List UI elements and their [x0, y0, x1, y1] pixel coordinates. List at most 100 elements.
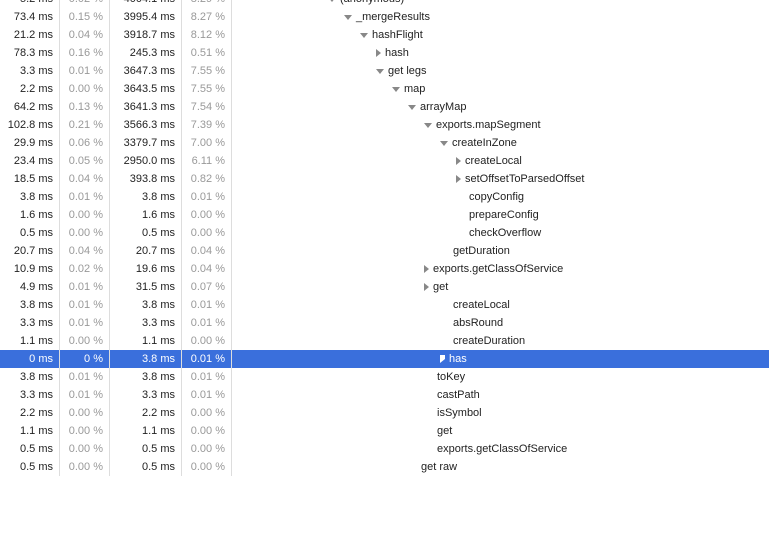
- call-tree-row[interactable]: 21.2 ms0.04 %3918.7 ms8.12 %hashFlight: [0, 26, 769, 44]
- total-time: 3918.7 ms: [110, 26, 182, 44]
- function-name: checkOverflow: [469, 224, 541, 242]
- function-cell[interactable]: exports.getClassOfService: [232, 260, 769, 278]
- disclosure-right-icon[interactable]: [440, 355, 445, 363]
- function-cell[interactable]: arrayMap: [232, 98, 769, 116]
- disclosure-none-icon: [440, 337, 449, 345]
- function-name: get raw: [421, 458, 457, 476]
- call-tree-row[interactable]: 1.1 ms0.00 %1.1 ms0.00 %createDuration: [0, 332, 769, 350]
- function-name: map: [404, 80, 425, 98]
- total-percent: 6.11 %: [182, 152, 232, 170]
- call-tree-row[interactable]: 3.3 ms0.01 %3.3 ms0.01 %castPath: [0, 386, 769, 404]
- total-time: 2950.0 ms: [110, 152, 182, 170]
- function-cell[interactable]: prepareConfig: [232, 206, 769, 224]
- function-cell[interactable]: castPath: [232, 386, 769, 404]
- self-percent: 0.00 %: [60, 458, 110, 476]
- total-percent: 0.51 %: [182, 44, 232, 62]
- call-tree-row[interactable]: 20.7 ms0.04 %20.7 ms0.04 %getDuration: [0, 242, 769, 260]
- self-time: 4.9 ms: [0, 278, 60, 296]
- disclosure-none-icon: [456, 229, 465, 237]
- call-tree-row[interactable]: 0 ms0 %3.8 ms0.01 %has: [0, 350, 769, 368]
- function-cell[interactable]: hashFlight: [232, 26, 769, 44]
- call-tree-row[interactable]: 3.8 ms0.01 %3.8 ms0.01 %createLocal: [0, 296, 769, 314]
- call-tree-row[interactable]: 29.9 ms0.06 %3379.7 ms7.00 %createInZone: [0, 134, 769, 152]
- function-name: createInZone: [452, 134, 517, 152]
- call-tree-row[interactable]: 4.9 ms0.01 %31.5 ms0.07 %get: [0, 278, 769, 296]
- disclosure-right-icon[interactable]: [424, 283, 429, 291]
- function-cell[interactable]: exports.mapSegment: [232, 116, 769, 134]
- call-tree-row[interactable]: 0.5 ms0.00 %0.5 ms0.00 %exports.getClass…: [0, 440, 769, 458]
- function-cell[interactable]: has: [232, 350, 769, 368]
- self-percent: 0.01 %: [60, 278, 110, 296]
- disclosure-down-icon[interactable]: [392, 87, 400, 92]
- call-tree-row[interactable]: 3.3 ms0.01 %3647.3 ms7.55 %get legs: [0, 62, 769, 80]
- function-cell[interactable]: exports.getClassOfService: [232, 440, 769, 458]
- call-tree-row[interactable]: 2.2 ms0.00 %2.2 ms0.00 %isSymbol: [0, 404, 769, 422]
- total-percent: 0.01 %: [182, 368, 232, 386]
- self-time: 0.5 ms: [0, 440, 60, 458]
- call-tree-row[interactable]: 64.2 ms0.13 %3641.3 ms7.54 %arrayMap: [0, 98, 769, 116]
- function-cell[interactable]: getDuration: [232, 242, 769, 260]
- call-tree-row[interactable]: 1.1 ms0.00 %1.1 ms0.00 %get: [0, 422, 769, 440]
- call-tree-row[interactable]: 10.9 ms0.02 %19.6 ms0.04 %exports.getCla…: [0, 260, 769, 278]
- function-cell[interactable]: hash: [232, 44, 769, 62]
- self-percent: 0.01 %: [60, 62, 110, 80]
- function-cell[interactable]: get: [232, 278, 769, 296]
- function-cell[interactable]: _mergeResults: [232, 8, 769, 26]
- disclosure-none-icon: [456, 211, 465, 219]
- call-tree-row[interactable]: 1.6 ms0.00 %1.6 ms0.00 %prepareConfig: [0, 206, 769, 224]
- total-time: 3643.5 ms: [110, 80, 182, 98]
- call-tree-row[interactable]: 23.4 ms0.05 %2950.0 ms6.11 %createLocal: [0, 152, 769, 170]
- call-tree-row[interactable]: 102.8 ms0.21 %3566.3 ms7.39 %exports.map…: [0, 116, 769, 134]
- call-tree-row[interactable]: 5.2 ms0.02 %4004.1 ms8.29 %(anonymous): [0, 0, 769, 8]
- function-cell[interactable]: createLocal: [232, 296, 769, 314]
- call-tree-row[interactable]: 3.8 ms0.01 %3.8 ms0.01 %toKey: [0, 368, 769, 386]
- function-cell[interactable]: isSymbol: [232, 404, 769, 422]
- disclosure-none-icon: [424, 391, 433, 399]
- function-cell[interactable]: get legs: [232, 62, 769, 80]
- function-cell[interactable]: copyConfig: [232, 188, 769, 206]
- disclosure-right-icon[interactable]: [456, 175, 461, 183]
- disclosure-down-icon[interactable]: [360, 33, 368, 38]
- disclosure-none-icon: [456, 193, 465, 201]
- function-name: getDuration: [453, 242, 510, 260]
- function-cell[interactable]: setOffsetToParsedOffset: [232, 170, 769, 188]
- self-percent: 0.00 %: [60, 206, 110, 224]
- function-name: createLocal: [453, 296, 510, 314]
- call-tree-row[interactable]: 2.2 ms0.00 %3643.5 ms7.55 %map: [0, 80, 769, 98]
- disclosure-right-icon[interactable]: [376, 49, 381, 57]
- call-tree-row[interactable]: 0.5 ms0.00 %0.5 ms0.00 %get raw: [0, 458, 769, 476]
- total-percent: 0.00 %: [182, 332, 232, 350]
- self-time: 2.2 ms: [0, 404, 60, 422]
- function-cell[interactable]: createInZone: [232, 134, 769, 152]
- function-cell[interactable]: createLocal: [232, 152, 769, 170]
- call-tree-row[interactable]: 73.4 ms0.15 %3995.4 ms8.27 %_mergeResult…: [0, 8, 769, 26]
- self-percent: 0.13 %: [60, 98, 110, 116]
- disclosure-down-icon[interactable]: [440, 141, 448, 146]
- function-name: _mergeResults: [356, 8, 430, 26]
- call-tree-row[interactable]: 18.5 ms0.04 %393.8 ms0.82 %setOffsetToPa…: [0, 170, 769, 188]
- function-cell[interactable]: createDuration: [232, 332, 769, 350]
- disclosure-right-icon[interactable]: [424, 265, 429, 273]
- function-name: arrayMap: [420, 98, 466, 116]
- disclosure-down-icon[interactable]: [408, 105, 416, 110]
- function-cell[interactable]: get: [232, 422, 769, 440]
- call-tree-row[interactable]: 78.3 ms0.16 %245.3 ms0.51 %hash: [0, 44, 769, 62]
- disclosure-down-icon[interactable]: [344, 15, 352, 20]
- function-cell[interactable]: absRound: [232, 314, 769, 332]
- function-name: exports.mapSegment: [436, 116, 541, 134]
- disclosure-down-icon[interactable]: [424, 123, 432, 128]
- function-cell[interactable]: checkOverflow: [232, 224, 769, 242]
- total-time: 3379.7 ms: [110, 134, 182, 152]
- total-time: 19.6 ms: [110, 260, 182, 278]
- disclosure-down-icon[interactable]: [328, 0, 336, 2]
- function-cell[interactable]: map: [232, 80, 769, 98]
- disclosure-right-icon[interactable]: [456, 157, 461, 165]
- call-tree-row[interactable]: 0.5 ms0.00 %0.5 ms0.00 %checkOverflow: [0, 224, 769, 242]
- call-tree-row[interactable]: 3.3 ms0.01 %3.3 ms0.01 %absRound: [0, 314, 769, 332]
- call-tree-row[interactable]: 3.8 ms0.01 %3.8 ms0.01 %copyConfig: [0, 188, 769, 206]
- disclosure-down-icon[interactable]: [376, 69, 384, 74]
- function-cell[interactable]: (anonymous): [232, 0, 769, 8]
- total-percent: 0.00 %: [182, 422, 232, 440]
- function-cell[interactable]: get raw: [232, 458, 769, 476]
- function-cell[interactable]: toKey: [232, 368, 769, 386]
